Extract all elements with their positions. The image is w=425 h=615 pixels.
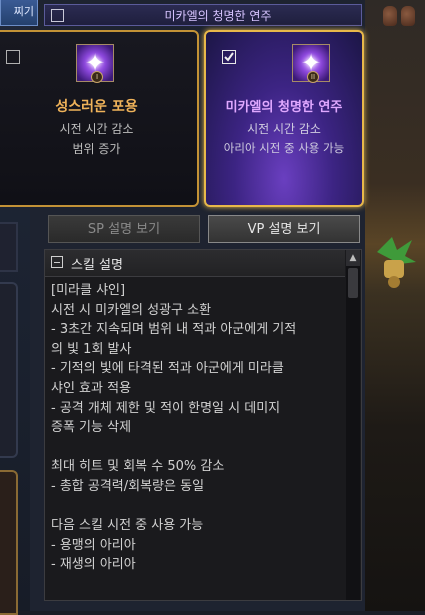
unchecked-checkbox-icon[interactable] <box>6 50 20 64</box>
skill-description-header[interactable]: 스킬 설명 <box>45 250 345 277</box>
description-line: - 3초간 지속되며 범위 내 적과 아군에게 기적 <box>51 322 297 338</box>
description-line: 의 빛 1회 발사 <box>51 341 132 357</box>
side-panel-stub <box>0 470 18 615</box>
vase-decoration <box>401 6 415 26</box>
scroll-up-icon[interactable]: ▲ <box>346 250 360 266</box>
tab-sp-description[interactable]: SP 설명 보기 <box>48 215 200 243</box>
top-left-tab[interactable]: 찌기 <box>0 0 38 26</box>
collapse-icon[interactable] <box>51 256 63 268</box>
card-effect-1: 시전 시간 감소 <box>247 122 321 136</box>
tab-vp-description[interactable]: VP 설명 보기 <box>208 215 360 243</box>
description-line: 증폭 기능 삭제 <box>51 420 132 436</box>
skill-title: 미카엘의 청명한 연주 <box>164 9 272 23</box>
description-line: 다음 스킬 시전 중 사용 가능 <box>51 518 204 534</box>
description-line <box>51 438 346 458</box>
card-title: 성스러운 포용 <box>55 99 138 115</box>
description-line: - 용맹의 아리아 <box>51 537 136 553</box>
description-line: 최대 히트 및 회복 수 50% 감소 <box>51 459 225 475</box>
level-badge: II <box>307 71 319 83</box>
side-panel-stub <box>0 282 18 458</box>
card-effect-2: 범위 증가 <box>72 142 121 156</box>
card-effect-2: 아리아 시전 중 사용 가능 <box>223 141 345 155</box>
skill-description-text: [미라클 샤인] 시전 시 미카엘의 성광구 소환 - 3초간 지속되며 범위 내 … <box>51 281 346 575</box>
checked-checkbox-icon[interactable] <box>222 50 236 64</box>
scrollbar[interactable] <box>346 250 360 600</box>
level-badge: I <box>91 71 103 83</box>
skill-icon: ✦ II <box>292 44 330 83</box>
title-checkbox-icon[interactable] <box>51 9 64 22</box>
card-title: 미카엘의 청명한 연주 <box>225 100 343 115</box>
description-line: - 공격 개체 제한 및 적이 한명일 시 데미지 <box>51 400 281 416</box>
character-sprite <box>377 237 416 288</box>
game-scene-right <box>365 0 425 611</box>
description-line: - 재생의 아리아 <box>51 557 136 573</box>
description-line: - 기적의 빛에 타격된 적과 아군에게 미라클 <box>51 361 284 377</box>
scrollbar-thumb[interactable] <box>348 268 358 298</box>
description-line: 샤인 효과 적용 <box>51 380 132 396</box>
skill-icon: ✦ I <box>76 44 114 83</box>
description-line: 시전 시 미카엘의 성광구 소환 <box>51 302 212 318</box>
card-effect-1: 시전 시간 감소 <box>59 122 134 136</box>
skill-description-title: 스킬 설명 <box>71 258 123 273</box>
description-line: - 총합 공격력/회복량은 동일 <box>51 478 205 494</box>
vase-decoration <box>383 6 397 26</box>
option-card-holy-embrace[interactable]: ✦ I 성스러운 포용 시전 시간 감소 범위 증가 <box>0 30 199 207</box>
option-card-michael-serenade[interactable]: ✦ II 미카엘의 청명한 연주 시전 시간 감소 아리아 시전 중 사용 가능 <box>204 30 364 207</box>
side-panel-stub <box>0 222 18 272</box>
description-line: [미라클 샤인] <box>51 283 126 298</box>
description-line <box>51 497 346 517</box>
skill-title-bar[interactable]: 미카엘의 청명한 연주 <box>44 4 362 26</box>
